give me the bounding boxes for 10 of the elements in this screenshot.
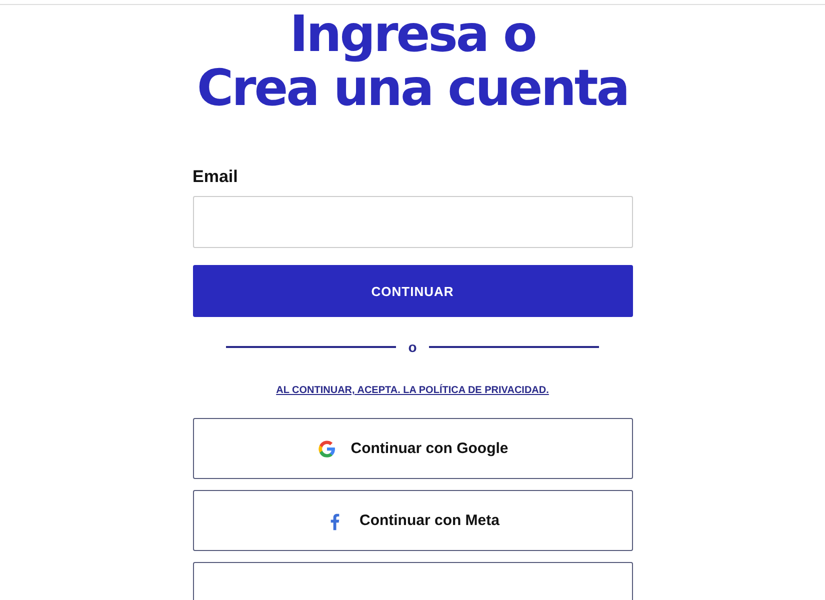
page-title: Ingresa o <box>290 7 536 61</box>
page-title: Crea una cuenta <box>196 61 628 115</box>
continue-button[interactable]: CONTINUAR <box>192 265 632 317</box>
email-field[interactable] <box>192 196 632 248</box>
google-icon <box>316 438 337 458</box>
divider-text: o <box>408 339 417 355</box>
social-login-button[interactable]: Continuar con Meta <box>192 490 632 551</box>
privacy-link[interactable]: AL CONTINUAR, ACEPTA. LA POLÍTICA DE PRIVACIDAD. <box>276 385 549 396</box>
email-label: Email <box>192 167 238 187</box>
social-login-button[interactable]: Continuar con Google <box>192 418 632 479</box>
